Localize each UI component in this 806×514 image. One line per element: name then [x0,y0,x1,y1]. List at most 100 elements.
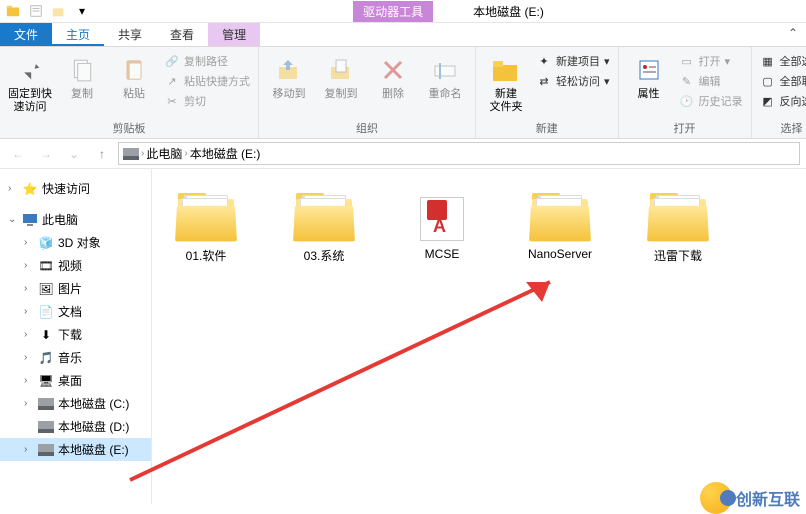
nav-back-button[interactable]: ← [6,142,30,166]
paste-icon [118,54,150,86]
paste-shortcut-button[interactable]: ↗粘贴快捷方式 [162,72,252,90]
folder-label: MCSE [425,247,460,261]
tree-3d-objects[interactable]: ›🧊3D 对象 [0,231,151,254]
edit-button[interactable]: ✎编辑 [677,72,745,90]
ribbon-tabs: 文件 主页 共享 查看 管理 ⌃ [0,23,806,47]
open-button[interactable]: ▭打开 ▾ [677,52,745,70]
tree-videos[interactable]: ›🎞视频 [0,254,151,277]
pin-icon [14,54,46,86]
folder-icon [174,191,238,243]
address-bar: ← → ⌄ ↑ › 此电脑 › 本地磁盘 (E:) [0,139,806,169]
group-label-open: 打开 [625,118,745,136]
breadcrumb-pc[interactable]: 此电脑 [146,145,182,162]
easy-access-button[interactable]: ⇄轻松访问 ▾ [534,72,612,90]
tree-music[interactable]: ›🎵音乐 [0,346,151,369]
chevron-right-icon[interactable]: › [8,183,18,194]
tree-downloads[interactable]: ›⬇下载 [0,323,151,346]
tree-drive-d[interactable]: 本地磁盘 (D:) [0,415,151,438]
drive-icon [38,442,54,458]
rename-button[interactable]: 重命名 [421,50,469,101]
tab-home[interactable]: 主页 [52,23,104,46]
folder-icon [646,191,710,243]
properties-icon [633,54,665,86]
pin-quick-access-button[interactable]: 固定到快 速访问 [6,50,54,114]
properties-button[interactable]: 属性 [625,50,673,101]
copyto-icon [325,54,357,86]
breadcrumb-drive-icon [123,148,139,160]
cut-button[interactable]: ✂剪切 [162,92,252,110]
nav-forward-button[interactable]: → [34,142,58,166]
tree-pictures[interactable]: ›🖼图片 [0,277,151,300]
qat-dropdown-icon[interactable]: ▾ [71,1,93,21]
group-label-organize: 组织 [265,118,469,136]
star-icon: ⭐ [22,181,38,197]
chevron-down-icon[interactable]: ⌄ [8,214,18,225]
tab-view[interactable]: 查看 [156,23,208,46]
tree-drive-e[interactable]: ›本地磁盘 (E:) [0,438,151,461]
title-bar: ▾ 驱动器工具 本地磁盘 (E:) [0,0,806,23]
chevron-right-icon[interactable]: › [141,148,144,159]
history-button[interactable]: 🕑历史记录 [677,92,745,110]
copy-path-button[interactable]: 🔗复制路径 [162,52,252,70]
history-icon: 🕑 [679,93,695,109]
easy-access-icon: ⇄ [536,73,552,89]
chevron-right-icon[interactable]: › [184,148,187,159]
tree-desktop[interactable]: ›🖥桌面 [0,369,151,392]
group-label-select: 选择 [758,118,806,136]
folder-label: 迅雷下载 [654,247,702,264]
drive-icon [38,396,54,412]
tab-file[interactable]: 文件 [0,23,52,46]
folder-icon [292,191,356,243]
tree-drive-c[interactable]: ›本地磁盘 (C:) [0,392,151,415]
folder-label: 03.系统 [304,247,345,264]
nav-recent-button[interactable]: ⌄ [62,142,86,166]
tree-documents[interactable]: ›📄文档 [0,300,151,323]
delete-button[interactable]: 删除 [369,50,417,101]
folder-item[interactable]: 迅雷下载 [628,187,728,268]
nav-up-button[interactable]: ↑ [90,142,114,166]
quick-access-toolbar: ▾ [2,1,93,21]
select-none-icon: ▢ [760,73,776,89]
tab-share[interactable]: 共享 [104,23,156,46]
new-item-button[interactable]: ✦新建项目 ▾ [534,52,612,70]
select-none-button[interactable]: ▢全部取消 [758,72,806,90]
content-pane[interactable]: 01.软件 03.系统 AMCSENanoServer 迅雷下载 [152,169,806,504]
ribbon-collapse-icon[interactable]: ⌃ [780,23,806,46]
folder-item[interactable]: 01.软件 [156,187,256,268]
window-title: 本地磁盘 (E:) [473,3,544,20]
ribbon: 固定到快 速访问 复制 粘贴 🔗复制路径 ↗粘贴快捷方式 ✂剪切 剪贴板 移动到… [0,47,806,139]
invert-icon: ◩ [760,93,776,109]
folder-item[interactable]: NanoServer [510,187,610,268]
group-label-new: 新建 [482,118,612,136]
open-icon: ▭ [679,53,695,69]
copy-icon [66,54,98,86]
breadcrumb-drive[interactable]: 本地磁盘 (E:) [190,145,261,162]
breadcrumb[interactable]: › 此电脑 › 本地磁盘 (E:) [118,142,800,165]
move-to-button[interactable]: 移动到 [265,50,313,101]
video-icon: 🎞 [38,258,54,274]
tab-manage[interactable]: 管理 [208,23,260,46]
desktop-icon: 🖥 [38,373,54,389]
tree-this-pc[interactable]: ⌄此电脑 [0,208,151,231]
folder-item[interactable]: AMCSE [392,187,492,268]
delete-icon [377,54,409,86]
new-item-icon: ✦ [536,53,552,69]
paste-button[interactable]: 粘贴 [110,50,158,101]
invert-selection-button[interactable]: ◩反向选择 [758,92,806,110]
tree-quick-access[interactable]: ›⭐快速访问 [0,177,151,200]
cut-icon: ✂ [164,93,180,109]
path-icon: 🔗 [164,53,180,69]
explorer-body: ›⭐快速访问 ⌄此电脑 ›🧊3D 对象 ›🎞视频 ›🖼图片 ›📄文档 ›⬇下载 … [0,169,806,504]
copy-button[interactable]: 复制 [58,50,106,101]
picture-icon: 🖼 [38,281,54,297]
copy-to-button[interactable]: 复制到 [317,50,365,101]
qat-new-folder-icon[interactable] [48,1,70,21]
edit-icon: ✎ [679,73,695,89]
qat-properties-icon[interactable] [25,1,47,21]
select-all-button[interactable]: ▦全部选择 [758,52,806,70]
folder-label: 01.软件 [186,247,227,264]
qat-explorer-icon[interactable] [2,1,24,21]
folder-item[interactable]: 03.系统 [274,187,374,268]
new-folder-button[interactable]: 新建 文件夹 [482,50,530,114]
folder-icon [528,191,592,243]
